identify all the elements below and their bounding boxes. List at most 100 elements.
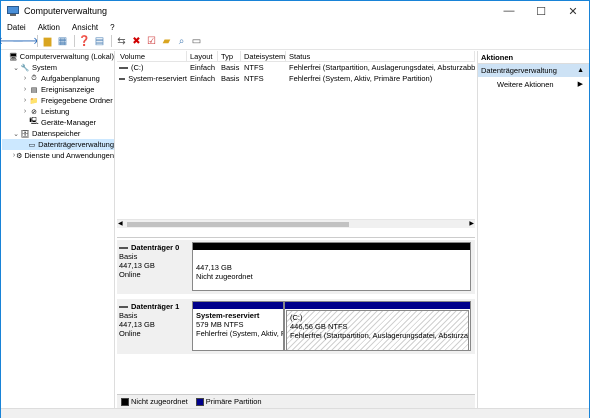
partition-status: Nicht zugeordnet xyxy=(196,272,253,281)
show-hide-tree-icon[interactable]: ▦ xyxy=(56,35,69,48)
tree-item-label: Freigegebene Ordner xyxy=(41,96,113,105)
clock-icon: ⏱ xyxy=(31,74,37,82)
expand-chevron-icon[interactable]: ⌄ xyxy=(12,64,20,72)
tree-item[interactable]: ▭ Datenträgerverwaltung xyxy=(2,139,114,150)
more-actions-item[interactable]: Weitere Aktionen ▶ xyxy=(478,77,589,91)
expand-chevron-icon[interactable]: ⌄ xyxy=(12,130,20,138)
volume-icon xyxy=(119,77,126,80)
legend-unallocated: Nicht zugeordnet xyxy=(121,397,188,406)
connect-icon[interactable]: ⇆ xyxy=(115,35,128,48)
disk-legend: Nicht zugeordnet Primäre Partition xyxy=(117,394,475,408)
column-type[interactable]: Typ xyxy=(218,51,241,61)
tree-item-label: Leistung xyxy=(41,107,70,116)
volume-filesystem: NTFS xyxy=(244,74,264,83)
storage-icon: 🗄 xyxy=(20,130,30,138)
tree-item-label: System xyxy=(32,63,58,72)
title-bar: Computerverwaltung — ☐ ✕ xyxy=(1,1,589,21)
tree-item[interactable]: ⌄ 🔧 System xyxy=(2,62,114,73)
submenu-arrow-icon: ▶ xyxy=(577,81,583,88)
disk-row[interactable]: Datenträger 0 Basis 447,13 GB Online 447… xyxy=(117,240,475,294)
legend-label: Primäre Partition xyxy=(205,397,262,406)
toolbar: 🡐 🡒 ▆ ▦ ❓ ▤ ⇆ ✖ ☑ ▰ ⌕ ▭ xyxy=(0,33,589,50)
maximize-button[interactable]: ☐ xyxy=(525,1,557,21)
disk-icon xyxy=(119,305,128,308)
volume-name: System-reserviert xyxy=(128,74,187,83)
tree-item[interactable]: › 📁 Freigegebene Ordner xyxy=(2,95,114,106)
disk-type: Basis xyxy=(119,311,138,320)
tree-item[interactable]: › ⚙ Dienste und Anwendungen xyxy=(2,150,114,161)
tree-item[interactable]: 🖥 Computerverwaltung (Lokal) xyxy=(2,51,114,62)
tree-item-label: Ereignisanzeige xyxy=(41,85,95,94)
scroll-right-icon[interactable]: ▶ xyxy=(469,220,474,229)
menu-datei[interactable]: Datei xyxy=(1,23,32,32)
partition-name: System-reserviert xyxy=(196,311,260,320)
minimize-button[interactable]: — xyxy=(493,1,525,21)
expand-chevron-icon[interactable]: › xyxy=(21,86,29,93)
volume-type: Basis xyxy=(221,63,240,72)
tree-item[interactable]: › ⊘ Leistung xyxy=(2,106,114,117)
tree-item-label: Geräte-Manager xyxy=(41,118,97,127)
volume-row[interactable]: (C:) Einfach Basis NTFS Fehlerfrei (Star… xyxy=(117,62,475,73)
partition-size: 447,13 GB xyxy=(196,263,232,272)
volume-icon xyxy=(119,66,128,69)
collapse-up-icon[interactable]: ▲ xyxy=(577,67,584,74)
column-status[interactable]: Status xyxy=(286,51,475,61)
disk-size: 447,13 GB xyxy=(119,320,155,329)
event-viewer-icon: ▤ xyxy=(30,86,38,94)
tree-item[interactable]: › ⏱ Aufgabenplanung xyxy=(2,73,114,84)
view-icon[interactable]: ▭ xyxy=(190,35,203,48)
column-layout[interactable]: Layout xyxy=(187,51,218,61)
disk-info[interactable]: Datenträger 0 Basis 447,13 GB Online xyxy=(119,243,187,279)
actions-section-label: Datenträgerverwaltung xyxy=(481,66,557,75)
disk-status: Online xyxy=(119,329,141,338)
scroll-left-icon[interactable]: ◀ xyxy=(118,220,123,229)
disk-type: Basis xyxy=(119,252,138,261)
expand-chevron-icon[interactable]: › xyxy=(21,108,29,115)
checklist-icon[interactable]: ☑ xyxy=(145,35,158,48)
partition-unallocated[interactable]: 447,13 GB Nicht zugeordnet xyxy=(192,242,471,291)
tree-item[interactable]: ⌄ 🗄 Datenspeicher xyxy=(2,128,114,139)
toolbar-separator xyxy=(74,35,75,47)
volume-type: Basis xyxy=(221,74,240,83)
more-actions-label: Weitere Aktionen xyxy=(497,79,554,89)
tree-item-label: Computerverwaltung (Lokal) xyxy=(19,52,114,61)
volume-row[interactable]: System-reserviert Einfach Basis NTFS Feh… xyxy=(117,73,475,84)
menu-ansicht[interactable]: Ansicht xyxy=(66,23,104,32)
partition-color-bar xyxy=(285,302,470,309)
menu-help[interactable]: ? xyxy=(104,23,120,32)
disk-info[interactable]: Datenträger 1 Basis 447,13 GB Online xyxy=(119,302,187,338)
partition-c-drive[interactable]: (C:) 446,56 GB NTFS Fehlerfrei (Startpar… xyxy=(284,301,471,351)
partition-system-reserved[interactable]: System-reserviert 579 MB NTFS Fehlerfrei… xyxy=(192,301,284,351)
computer-management-window: Computerverwaltung — ☐ ✕ Datei Aktion An… xyxy=(0,0,590,418)
help-icon[interactable]: ❓ xyxy=(78,35,91,48)
legend-swatch xyxy=(195,397,204,406)
column-volume[interactable]: Volume xyxy=(117,51,187,61)
navigation-tree: 🖥 Computerverwaltung (Lokal) ⌄ 🔧 System › ⏱ Auf… xyxy=(2,51,115,408)
disk-name: Datenträger 1 xyxy=(131,302,180,311)
forward-arrow-icon[interactable]: 🡒 xyxy=(12,35,39,48)
toolbar-separator xyxy=(111,35,112,47)
up-folder-icon[interactable]: ▆ xyxy=(41,35,54,48)
computer-management-icon xyxy=(7,5,19,17)
tools-icon: 🔧 xyxy=(20,64,30,72)
properties-icon[interactable]: ▤ xyxy=(93,35,106,48)
disk-row[interactable]: Datenträger 1 Basis 447,13 GB Online Sys… xyxy=(117,299,475,354)
search-icon[interactable]: ⌕ xyxy=(175,35,188,48)
volume-filesystem: NTFS xyxy=(244,63,264,72)
expand-chevron-icon[interactable]: › xyxy=(21,97,29,104)
tree-item[interactable]: 🖳 Geräte-Manager xyxy=(2,117,114,128)
actions-section-disk-management[interactable]: Datenträgerverwaltung ▲ xyxy=(478,64,589,77)
delete-icon[interactable]: ✖ xyxy=(130,35,143,48)
disk-management-pane: Volume Layout Typ Dateisystem Status (C:… xyxy=(117,51,475,408)
partition-size: 446,56 GB NTFS xyxy=(290,322,348,331)
status-bar xyxy=(1,408,589,418)
close-button[interactable]: ✕ xyxy=(557,1,589,21)
expand-chevron-icon[interactable]: › xyxy=(21,75,29,82)
column-filesystem[interactable]: Dateisystem xyxy=(241,51,286,61)
menu-aktion[interactable]: Aktion xyxy=(32,23,66,32)
tree-item[interactable]: › ▤ Ereignisanzeige xyxy=(2,84,114,95)
scrollbar-thumb[interactable] xyxy=(127,222,349,227)
horizontal-scrollbar[interactable]: ◀ ▶ xyxy=(117,219,475,228)
folder-icon[interactable]: ▰ xyxy=(160,35,173,48)
partition-size: 579 MB NTFS xyxy=(196,320,244,329)
